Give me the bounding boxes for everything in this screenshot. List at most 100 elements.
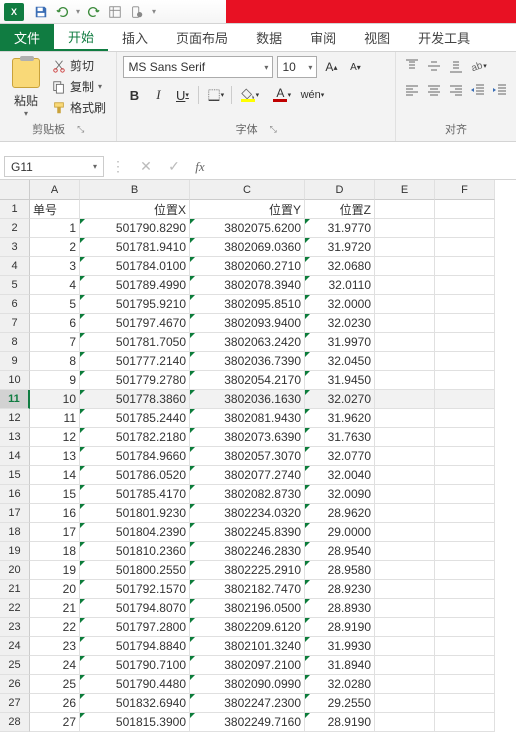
row-header[interactable]: 13 [0, 428, 30, 447]
cell[interactable]: 3802090.0990 [190, 675, 305, 694]
row-header[interactable]: 4 [0, 257, 30, 276]
cell[interactable] [435, 599, 495, 618]
cell[interactable]: 3802063.2420 [190, 333, 305, 352]
cell[interactable]: 位置Y [190, 200, 305, 219]
cell[interactable]: 501794.8070 [80, 599, 190, 618]
row-header[interactable]: 16 [0, 485, 30, 504]
cell[interactable]: 501795.9210 [80, 295, 190, 314]
row-header[interactable]: 15 [0, 466, 30, 485]
cell[interactable]: 3802078.3940 [190, 276, 305, 295]
cell[interactable]: 10 [30, 390, 80, 409]
paste-button[interactable]: 粘贴 ▾ [6, 56, 46, 119]
cell[interactable]: 31.9450 [305, 371, 375, 390]
format-painter-button[interactable]: 格式刷 [50, 98, 108, 117]
cell[interactable] [375, 352, 435, 371]
row-header[interactable]: 7 [0, 314, 30, 333]
cell[interactable]: 501786.0520 [80, 466, 190, 485]
cell[interactable]: 3802249.7160 [190, 713, 305, 732]
cell[interactable]: 3802225.2910 [190, 561, 305, 580]
cell[interactable] [375, 599, 435, 618]
cell[interactable] [435, 485, 495, 504]
cell[interactable] [435, 257, 495, 276]
cell[interactable] [375, 580, 435, 599]
row-header[interactable]: 9 [0, 352, 30, 371]
cell[interactable]: 501784.0100 [80, 257, 190, 276]
cell[interactable] [435, 295, 495, 314]
cell[interactable]: 501792.1570 [80, 580, 190, 599]
align-center-button[interactable] [424, 80, 444, 100]
underline-button[interactable]: U▾ [171, 84, 193, 106]
cell[interactable] [375, 447, 435, 466]
cell[interactable] [435, 713, 495, 732]
cell[interactable]: 3802036.7390 [190, 352, 305, 371]
cell[interactable] [435, 504, 495, 523]
cell[interactable]: 单号 [30, 200, 80, 219]
cell[interactable] [375, 238, 435, 257]
align-left-button[interactable] [402, 80, 422, 100]
cell[interactable]: 31.9770 [305, 219, 375, 238]
row-header[interactable]: 20 [0, 561, 30, 580]
row-header[interactable]: 12 [0, 409, 30, 428]
cell[interactable]: 28.9190 [305, 618, 375, 637]
cell[interactable]: 501785.4170 [80, 485, 190, 504]
cell[interactable]: 501790.7100 [80, 656, 190, 675]
cell[interactable]: 31.9620 [305, 409, 375, 428]
cell[interactable]: 32.0680 [305, 257, 375, 276]
cell[interactable]: 20 [30, 580, 80, 599]
cell[interactable]: 22 [30, 618, 80, 637]
cell[interactable] [435, 618, 495, 637]
cell[interactable]: 501781.9410 [80, 238, 190, 257]
cell[interactable] [375, 542, 435, 561]
cell[interactable]: 15 [30, 485, 80, 504]
cell[interactable]: 位置X [80, 200, 190, 219]
align-right-button[interactable] [446, 80, 466, 100]
cell[interactable]: 29.2550 [305, 694, 375, 713]
row-header[interactable]: 21 [0, 580, 30, 599]
row-header[interactable]: 3 [0, 238, 30, 257]
cell[interactable]: 27 [30, 713, 80, 732]
cell[interactable]: 28.9230 [305, 580, 375, 599]
tab-review[interactable]: 审阅 [296, 24, 350, 51]
cell[interactable]: 21 [30, 599, 80, 618]
cell[interactable]: 3802069.0360 [190, 238, 305, 257]
cell[interactable] [435, 333, 495, 352]
cell[interactable]: 3802095.8510 [190, 295, 305, 314]
col-header-a[interactable]: A [30, 180, 80, 200]
cell[interactable]: 501797.2800 [80, 618, 190, 637]
increase-font-button[interactable]: A▴ [321, 56, 341, 78]
cell[interactable]: 501790.4480 [80, 675, 190, 694]
cell[interactable]: 3802209.6120 [190, 618, 305, 637]
formula-input[interactable] [212, 154, 516, 179]
spreadsheet-grid[interactable]: 1234567891011121314151617181920212223242… [0, 180, 516, 732]
cell[interactable]: 3 [30, 257, 80, 276]
cell[interactable]: 3802196.0500 [190, 599, 305, 618]
cell[interactable]: 7 [30, 333, 80, 352]
cell[interactable]: 26 [30, 694, 80, 713]
cell[interactable]: 32.0090 [305, 485, 375, 504]
cell[interactable]: 501789.4990 [80, 276, 190, 295]
col-header-d[interactable]: D [305, 180, 375, 200]
cell[interactable]: 16 [30, 504, 80, 523]
cell[interactable] [375, 200, 435, 219]
cell[interactable]: 24 [30, 656, 80, 675]
tab-home[interactable]: 开始 [54, 24, 108, 51]
cut-button[interactable]: 剪切 [50, 56, 108, 75]
cell[interactable]: 8 [30, 352, 80, 371]
cell[interactable]: 3802075.6200 [190, 219, 305, 238]
cell[interactable]: 17 [30, 523, 80, 542]
phonetic-guide-button[interactable]: wén▾ [301, 84, 323, 106]
cancel-formula-button[interactable]: ✕ [132, 154, 160, 179]
select-all-corner[interactable] [0, 180, 30, 200]
cell[interactable] [375, 485, 435, 504]
cell[interactable]: 32.0230 [305, 314, 375, 333]
row-header[interactable]: 8 [0, 333, 30, 352]
row-header[interactable]: 23 [0, 618, 30, 637]
cell[interactable]: 32.0770 [305, 447, 375, 466]
cell[interactable]: 31.9970 [305, 333, 375, 352]
cell[interactable]: 25 [30, 675, 80, 694]
row-header[interactable]: 14 [0, 447, 30, 466]
row-header[interactable]: 2 [0, 219, 30, 238]
cell[interactable]: 32.0450 [305, 352, 375, 371]
row-header[interactable]: 18 [0, 523, 30, 542]
cell[interactable] [435, 675, 495, 694]
